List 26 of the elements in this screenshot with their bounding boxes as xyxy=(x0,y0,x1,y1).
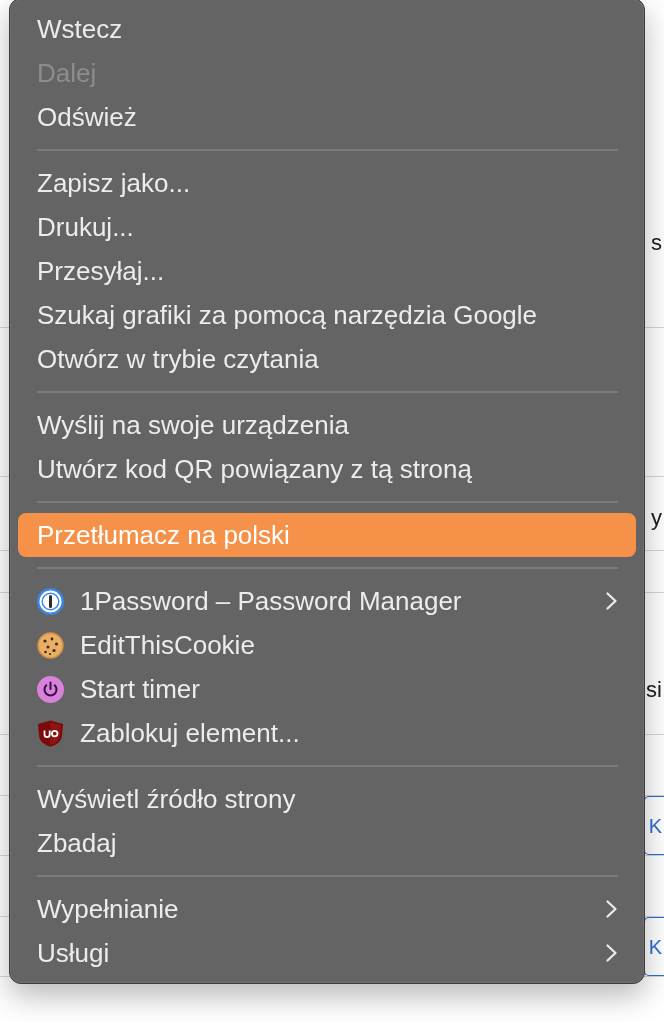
text-fragment: s xyxy=(651,232,663,254)
menu-item[interactable]: Wyślij na swoje urządzenia xyxy=(18,403,636,447)
menu-item[interactable]: Wypełnianie xyxy=(18,887,636,931)
text-fragment: y xyxy=(651,507,663,529)
menu-item[interactable]: EditThisCookie xyxy=(18,623,636,667)
menu-item[interactable]: Wstecz xyxy=(18,7,636,51)
cookie-icon xyxy=(37,631,64,659)
menu-item[interactable]: Przesyłaj... xyxy=(18,249,636,293)
menu-item[interactable]: Usługi xyxy=(18,931,636,975)
menu-item[interactable]: 1Password – Password Manager xyxy=(18,579,636,623)
menu-item[interactable]: Odśwież xyxy=(18,95,636,139)
keyhole-icon xyxy=(37,587,64,615)
menu-item[interactable]: Zablokuj element... xyxy=(18,711,636,755)
menu-item[interactable]: Otwórz w trybie czytania xyxy=(18,337,636,381)
menu-item[interactable]: Szukaj grafiki za pomocą narzędzia Google xyxy=(18,293,636,337)
menu-item[interactable]: Start timer xyxy=(18,667,636,711)
power-icon xyxy=(37,675,64,703)
menu-item[interactable]: Utwórz kod QR powiązany z tą stroną xyxy=(18,447,636,491)
text-fragment: si xyxy=(646,679,663,701)
shield-icon xyxy=(37,719,64,747)
outline-button[interactable]: K xyxy=(643,796,664,855)
menu-item[interactable]: Wyświetl źródło strony xyxy=(18,777,636,821)
menu-item[interactable]: Drukuj... xyxy=(18,205,636,249)
menu-item[interactable]: Zbadaj xyxy=(18,821,636,865)
menu-item[interactable]: Zapisz jako... xyxy=(18,161,636,205)
outline-button[interactable]: K xyxy=(643,917,664,976)
